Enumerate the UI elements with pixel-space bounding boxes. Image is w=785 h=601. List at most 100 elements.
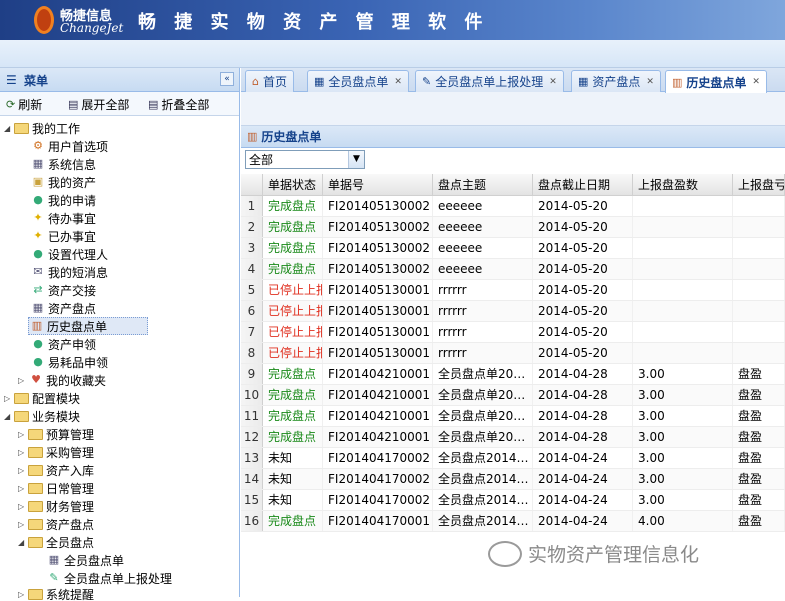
tree-item-done[interactable]: ✦ 已办事宜 [30,227,96,245]
expanded-arrow-icon: ◢ [4,123,11,133]
cell-surplus-count [633,301,733,321]
tree-label: 我的资产 [48,175,97,190]
column-header[interactable]: 上报盘亏 [733,174,785,195]
tree-node-warehousing[interactable]: ▷ 资产入库 [18,461,94,479]
table-row[interactable]: 15 未知 FI201404170002 全员盘点2014… 2014-04-24 3.0… [241,490,785,511]
table-row[interactable]: 3 完成盘点 FI201405130002 eeeeee 2014-05-20 [241,238,785,259]
tree-node-daily[interactable]: ▷ 日常管理 [18,479,94,497]
collapse-sidebar-button[interactable]: « [220,72,234,86]
tab-home[interactable]: ⌂ 首页 [245,70,294,92]
tree-item-asset-inventory[interactable]: ▦ 资产盘点 [30,299,96,317]
panel-title: 历史盘点单 [261,130,322,144]
tree-node-finance[interactable]: ▷ 财务管理 [18,497,94,515]
close-icon[interactable]: ✕ [752,77,760,87]
top-subbar [0,40,785,68]
tree-item-set-agent[interactable]: ● 设置代理人 [30,245,108,263]
tree-label: 财务管理 [46,499,95,514]
tree-node-budget[interactable]: ▷ 预算管理 [18,425,94,443]
status-filter-select[interactable]: 全部 ▼ [245,150,365,169]
sidebar-title: 菜单 [24,74,49,88]
row-number: 4 [241,259,263,279]
tree-item-asset-requisition[interactable]: ● 资产申领 [30,335,96,353]
cell-status: 未知 [263,469,323,489]
table-row[interactable]: 1 完成盘点 FI201405130002 eeeeee 2014-05-20 [241,196,785,217]
watermark: 实物资产管理信息化 [488,540,699,567]
grid-body: 1 完成盘点 FI201405130002 eeeeee 2014-05-20 2 完成盘点… [241,196,785,532]
cell-doc-no: FI201405130001 [323,301,433,321]
chevron-down-icon[interactable]: ▼ [348,151,364,168]
table-row[interactable]: 12 完成盘点 FI201404210001 全员盘点单20… 2014-04-28 3.… [241,427,785,448]
table-row[interactable]: 8 已停止上报 FI201405130001 rrrrrr 2014-05-20 [241,343,785,364]
table-row[interactable]: 7 已停止上报 FI201405130001 rrrrrr 2014-05-20 [241,322,785,343]
row-number: 13 [241,448,263,468]
tab-label: 历史盘点单 [686,75,747,90]
tree-node-business[interactable]: ◢ 业务模块 [4,407,80,425]
collapse-all-button[interactable]: ▤ 折叠全部 [148,96,209,113]
table-row[interactable]: 9 完成盘点 FI201404210001 全员盘点单20… 2014-04-28 3.0… [241,364,785,385]
tree-item-full-inventory-report[interactable]: ✎ 全员盘点单上报处理 [46,569,172,587]
tab-full-inventory-report[interactable]: ✎ 全员盘点单上报处理 ✕ [415,70,564,92]
column-header[interactable]: 盘点主题 [433,174,533,195]
tree-label: 历史盘点单 [47,319,108,334]
table-row[interactable]: 2 完成盘点 FI201405130002 eeeeee 2014-05-20 [241,217,785,238]
table-row[interactable]: 13 未知 FI201404170002 全员盘点2014… 2014-04-24 3.0… [241,448,785,469]
tree-item-todo[interactable]: ✦ 待办事宜 [30,209,96,227]
tree-node-config[interactable]: ▷ 配置模块 [4,389,80,407]
table-row[interactable]: 10 完成盘点 FI201404210001 全员盘点单20… 2014-04-28 3.… [241,385,785,406]
tree-node-favorites[interactable]: ▷ ♥ 我的收藏夹 [18,371,106,389]
table-row[interactable]: 5 已停止上报 FI201405130001 rrrrrr 2014-05-20 [241,280,785,301]
column-header[interactable]: 上报盘盈数 [633,174,733,195]
assets-icon: ▣ [32,175,44,188]
cell-deadline: 2014-05-20 [533,238,633,258]
cell-deadline: 2014-04-24 [533,511,633,531]
column-header[interactable]: 盘点截止日期 [533,174,633,195]
cell-doc-no: FI201404170002 [323,448,433,468]
tree-item-my-applications[interactable]: ● 我的申请 [30,191,96,209]
close-icon[interactable]: ✕ [394,77,402,87]
tree-node-my-work[interactable]: ◢ 我的工作 [4,119,80,137]
tree-item-full-inventory-sheet[interactable]: ▦ 全员盘点单 [46,551,124,569]
tree-node-reminders[interactable]: ▷ 系统提醒 [18,587,94,601]
row-number: 9 [241,364,263,384]
tree-node-inventory[interactable]: ▷ 资产盘点 [18,515,94,533]
close-icon[interactable]: ✕ [549,77,557,87]
cell-surplus-count: 3.00 [633,427,733,447]
table-row[interactable]: 11 完成盘点 FI201404210001 全员盘点单20… 2014-04-28 3.… [241,406,785,427]
cell-status: 已停止上报 [263,301,323,321]
collapsed-arrow-icon: ▷ [18,483,25,493]
table-row[interactable]: 14 未知 FI201404170002 全员盘点2014… 2014-04-24 3.0… [241,469,785,490]
expand-all-button[interactable]: ▤ 展开全部 [68,96,129,113]
home-icon: ⌂ [252,75,259,88]
folder-icon [28,518,43,530]
logo-icon [34,6,54,34]
column-header[interactable]: 单据状态 [263,174,323,195]
cell-deadline: 2014-05-20 [533,280,633,300]
tree-label: 业务模块 [32,409,81,424]
bulb-icon: ✦ [33,211,43,224]
table-row[interactable]: 16 完成盘点 FI201404170001 全员盘点2014… 2014-04-24 4… [241,511,785,532]
expand-icon: ▤ [68,98,79,111]
tree-item-preferences[interactable]: ⚙ 用户首选项 [30,137,108,155]
tree-item-messages[interactable]: ✉ 我的短消息 [30,263,108,281]
tree-item-system-info[interactable]: ▦ 系统信息 [30,155,96,173]
collapsed-arrow-icon: ▷ [18,429,25,439]
tab-full-inventory[interactable]: ▦ 全员盘点单 ✕ [307,70,409,92]
cell-doc-no: FI201404210001 [323,427,433,447]
table-row[interactable]: 6 已停止上报 FI201405130001 rrrrrr 2014-05-20 [241,301,785,322]
cell-surplus-count [633,217,733,237]
close-icon[interactable]: ✕ [646,77,654,87]
tree-item-history-inventory[interactable]: ▥ 历史盘点单 [28,317,148,335]
tab-history-inventory[interactable]: ▥ 历史盘点单 ✕ [665,70,767,93]
user-icon: ● [33,355,43,368]
table-row[interactable]: 4 完成盘点 FI201405130002 eeeeee 2014-05-20 [241,259,785,280]
tree-node-full-inventory[interactable]: ◢ 全员盘点 [18,533,94,551]
tree-node-purchase[interactable]: ▷ 采购管理 [18,443,94,461]
refresh-button[interactable]: ⟳ 刷新 [6,96,42,113]
tree-item-asset-handover[interactable]: ⇄ 资产交接 [30,281,96,299]
tree-item-my-assets[interactable]: ▣ 我的资产 [30,173,96,191]
column-header[interactable]: 单据号 [323,174,433,195]
tree-label: 全员盘点单 [64,553,125,568]
tab-asset-inventory[interactable]: ▦ 资产盘点 ✕ [571,70,661,92]
row-number: 15 [241,490,263,510]
tree-item-consumables[interactable]: ● 易耗品申领 [30,353,108,371]
